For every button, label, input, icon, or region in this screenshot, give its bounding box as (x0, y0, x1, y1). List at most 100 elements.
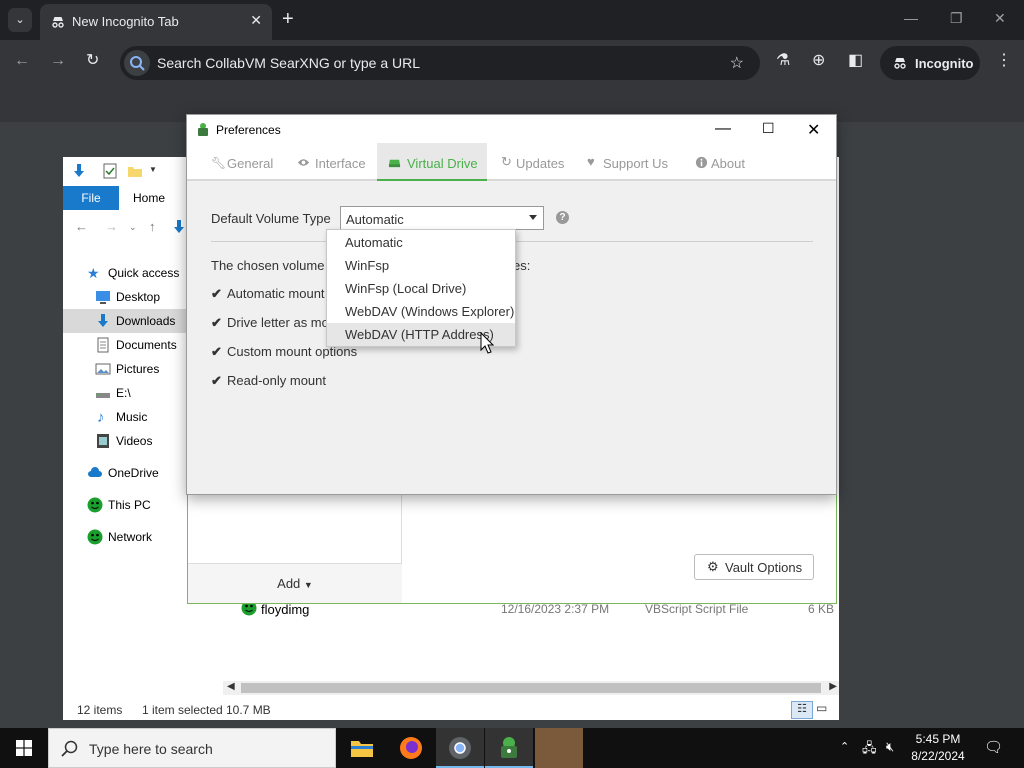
preferences-tabs: 🔧︎ General Interface Virtual Drive ↻ Upd… (187, 143, 836, 181)
file-size: 6 KB (808, 602, 835, 616)
ribbon-file-tab[interactable]: File (63, 186, 119, 210)
clock[interactable]: 5:45 PM 8/22/2024 (900, 731, 976, 765)
close-tab-icon[interactable]: ✕ (250, 12, 262, 29)
network-status-icon[interactable]: 🖧︎ (862, 739, 877, 768)
star-icon: ★ (87, 265, 100, 281)
ribbon-home-tab[interactable]: Home (133, 191, 165, 205)
vault-list-pane: Add ▼ (188, 480, 402, 603)
chrome-taskbar-icon[interactable] (436, 728, 484, 768)
tab-updates[interactable]: ↻ Updates (497, 143, 573, 181)
start-button[interactable] (0, 728, 48, 768)
tab-about[interactable]: About (693, 143, 753, 181)
file-explorer-taskbar-icon[interactable] (338, 728, 386, 768)
volume-type-select[interactable]: Automatic (340, 206, 544, 230)
new-folder-icon[interactable] (127, 163, 143, 179)
heart-icon: ♥ (587, 154, 595, 169)
new-tab-button[interactable]: + (282, 9, 294, 29)
show-hidden-icons-icon[interactable]: ⌃ (840, 740, 849, 768)
restore-icon[interactable]: ❐ (950, 10, 963, 27)
download-arrow-icon (74, 164, 84, 177)
sidebar-item-desktop[interactable]: Desktop (63, 285, 187, 309)
search-icon (61, 740, 78, 757)
item-count: 12 items (77, 703, 123, 717)
scrollbar-thumb[interactable] (241, 683, 821, 693)
browser-tabstrip: ⌄ New Incognito Tab ✕ + — ❐ ✕ (0, 0, 1024, 40)
close-dialog-icon[interactable]: ✕ (807, 120, 820, 140)
vault-options-button[interactable]: ⚙ Vault Options (694, 554, 814, 580)
sidebar-item-downloads[interactable]: Downloads (63, 309, 187, 333)
clock-time: 5:45 PM (915, 732, 961, 746)
details-view-icon[interactable]: ☷ (791, 701, 813, 719)
tab-support-us[interactable]: ♥ Support Us (585, 143, 671, 181)
file-type: VBScript Script File (645, 602, 749, 616)
tab-interface[interactable]: Interface (289, 143, 367, 181)
feature-item: ✔ Drive letter as mo (211, 315, 329, 330)
drive-icon (96, 393, 110, 398)
chevron-down-icon (529, 215, 537, 220)
feature-item: ✔ Automatic mount (211, 286, 325, 301)
forward-icon[interactable]: → (50, 53, 66, 69)
sidebar-item-e-drive[interactable]: E:\ (63, 381, 187, 405)
option-webdav-windows-explorer[interactable]: WebDAV (Windows Explorer) (327, 300, 515, 323)
qat-dropdown-icon[interactable]: ▼ (149, 165, 157, 174)
scroll-right-icon[interactable]: ▶ (829, 681, 837, 692)
taskbar: Type here to search ⌃ 🖧︎ 🔇︎ 5:45 PM 8/22… (0, 728, 1024, 768)
incognito-indicator[interactable]: Incognito (880, 46, 980, 80)
dropdown-triangle-icon: ▼ (303, 580, 313, 590)
tab-general[interactable]: 🔧︎ General (203, 143, 279, 181)
firefox-taskbar-icon[interactable] (387, 728, 435, 768)
info-icon (695, 156, 708, 169)
bookmark-star-icon[interactable]: ☆ (730, 53, 744, 73)
browser-tab[interactable]: New Incognito Tab ✕ (40, 4, 272, 40)
sidebar-item-music[interactable]: ♪ Music (63, 405, 187, 429)
close-window-icon[interactable]: ✕ (994, 10, 1006, 27)
tab-virtual-drive[interactable]: Virtual Drive (377, 143, 487, 181)
music-icon: ♪ (97, 409, 105, 426)
side-panel-icon[interactable]: ◧ (848, 53, 863, 69)
horizontal-scrollbar[interactable]: ◀ ▶ (223, 681, 839, 695)
cryptomator-taskbar-icon[interactable] (485, 728, 533, 768)
omnibox[interactable]: Search CollabVM SearXNG or type a URL ☆ (120, 46, 760, 80)
add-vault-button[interactable]: Add ▼ (188, 563, 402, 603)
minimize-icon[interactable]: — (904, 10, 918, 26)
explorer-titlebar: ▼ (63, 157, 187, 185)
volume-type-label: Default Volume Type (211, 211, 331, 226)
explorer-nav-buttons: ← → ⌄ ↑ (73, 219, 187, 239)
sidebar-item-this-pc[interactable]: This PC (63, 493, 187, 517)
tab-search-button[interactable]: ⌄ (8, 8, 32, 32)
sidebar-item-network[interactable]: Network (63, 525, 187, 549)
up-arrow-icon[interactable]: ↑ (149, 219, 156, 234)
back-arrow-icon[interactable]: ← (75, 219, 88, 234)
properties-icon[interactable] (103, 163, 117, 179)
sidebar-item-videos[interactable]: Videos (63, 429, 187, 453)
sidebar-item-onedrive[interactable]: OneDrive (63, 461, 187, 485)
running-app-taskbar-icon[interactable] (535, 728, 583, 768)
scroll-left-icon[interactable]: ◀ (227, 681, 235, 692)
option-winfsp[interactable]: WinFsp (327, 254, 515, 277)
option-automatic[interactable]: Automatic (327, 231, 515, 254)
checkmark-icon: ✔ (211, 344, 222, 359)
checkmark-icon: ✔ (211, 286, 222, 301)
sidebar-item-pictures[interactable]: Pictures (63, 357, 187, 381)
back-icon[interactable]: ← (14, 53, 30, 69)
help-icon[interactable]: ? (556, 211, 569, 224)
sidebar-item-quick-access[interactable]: ★ Quick access (63, 261, 187, 285)
chevron-down-icon: ⌄ (15, 14, 25, 26)
pc-icon (87, 497, 103, 513)
notifications-icon[interactable]: 🗨︎ (984, 738, 1003, 768)
more-menu-icon[interactable]: ⋮ (996, 53, 1012, 69)
pictures-icon (95, 363, 111, 375)
wrench-icon: 🔧︎ (211, 156, 227, 170)
minimize-icon[interactable]: — (715, 120, 731, 138)
large-icons-view-icon[interactable]: ▭ (816, 701, 827, 715)
sidebar-item-documents[interactable]: Documents (63, 333, 187, 357)
taskbar-search-box[interactable]: Type here to search (48, 728, 336, 768)
forward-arrow-icon[interactable]: → (105, 219, 118, 234)
recent-locations-icon[interactable]: ⌄ (129, 222, 137, 233)
downloads-icon[interactable]: ⊕ (812, 53, 825, 69)
labs-flask-icon[interactable]: ⚗ (776, 53, 790, 69)
volume-muted-icon[interactable]: 🔇︎ (886, 739, 894, 768)
option-winfsp-local-drive[interactable]: WinFsp (Local Drive) (327, 277, 515, 300)
reload-icon[interactable]: ↻ (86, 53, 99, 69)
maximize-icon[interactable]: ☐ (762, 120, 775, 137)
